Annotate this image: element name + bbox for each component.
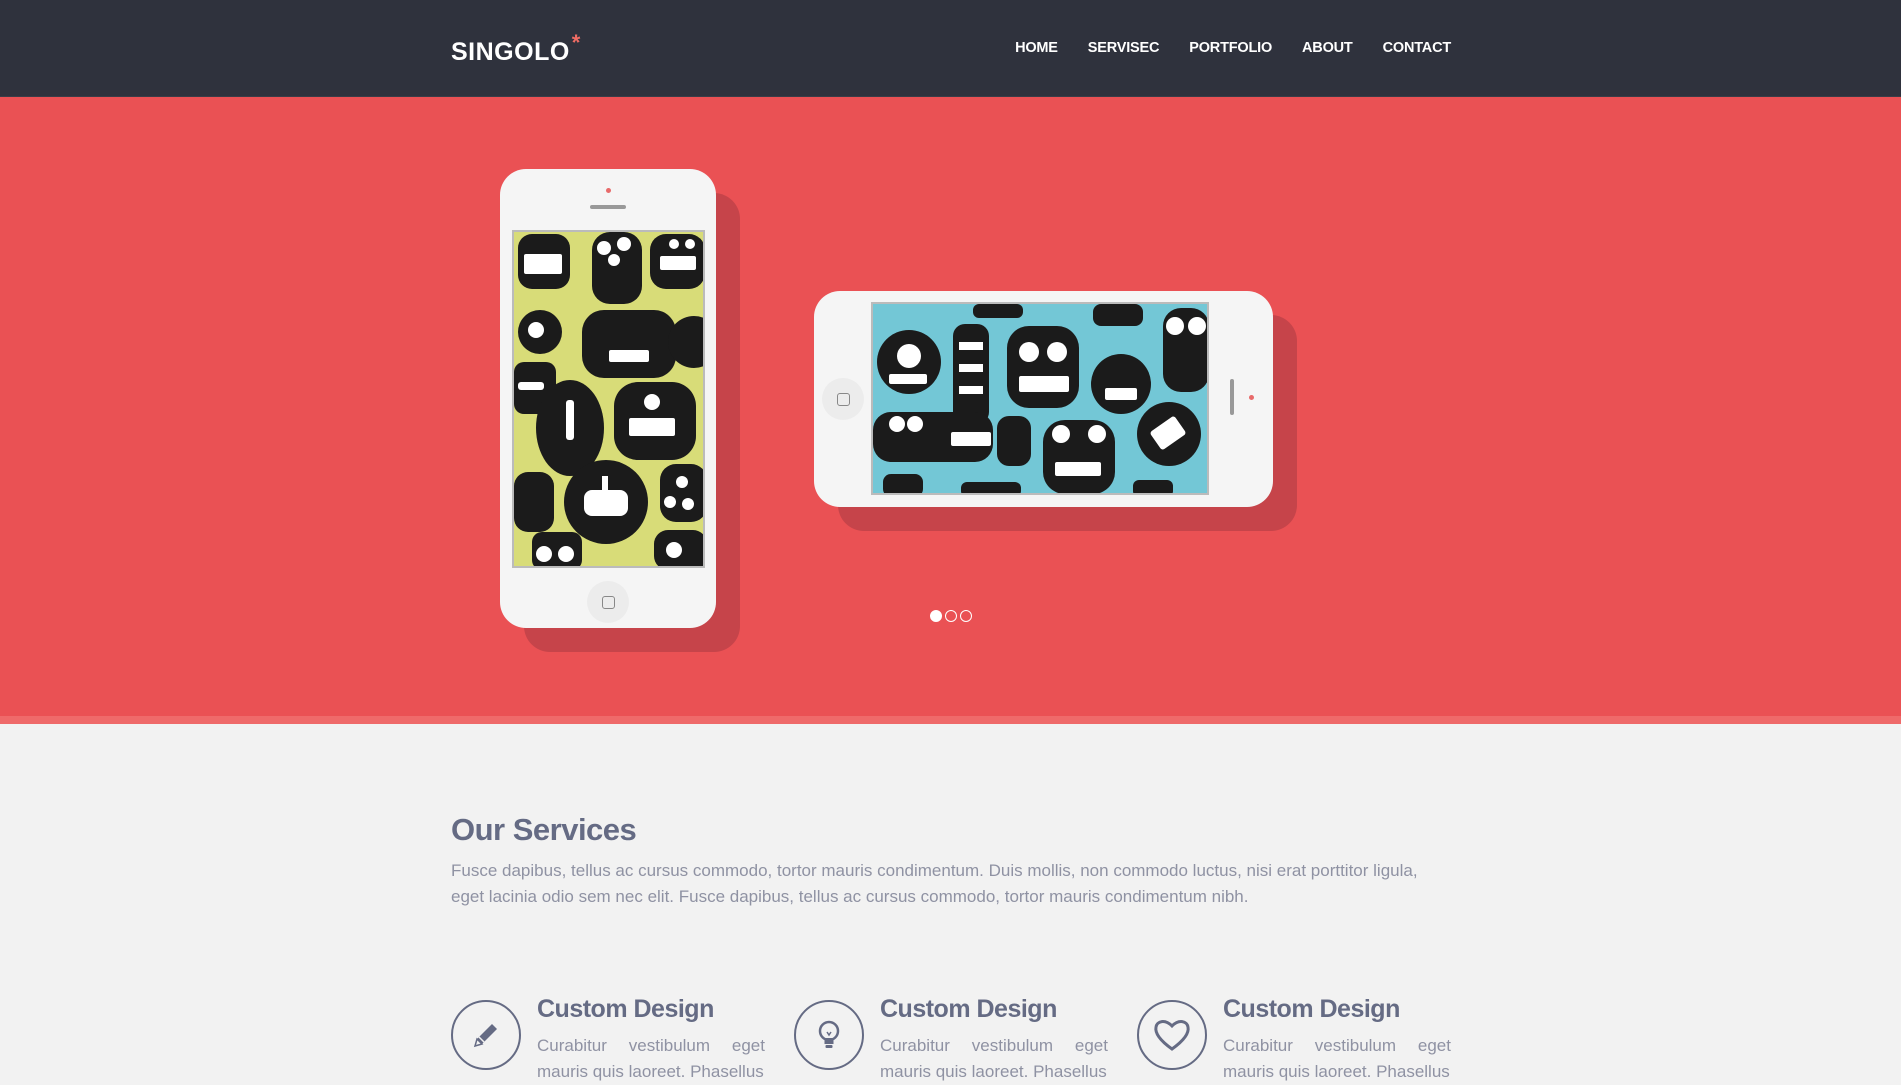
phone-camera <box>606 188 611 193</box>
services-section: Our Services Fusce dapibus, tellus ac cu… <box>451 812 1452 910</box>
lightbulb-icon <box>794 1000 864 1070</box>
phone-screen <box>512 230 705 568</box>
nav-home[interactable]: HOME <box>1015 40 1058 56</box>
home-button-icon <box>602 596 615 609</box>
nav-portfolio[interactable]: PORTFOLIO <box>1189 40 1272 56</box>
home-button-icon <box>837 393 850 406</box>
logo-mark: * <box>571 30 581 55</box>
home-button[interactable] <box>822 378 864 420</box>
slider-pagination <box>930 610 972 622</box>
nav-contact[interactable]: CONTACT <box>1383 40 1452 56</box>
services-title: Our Services <box>451 812 637 847</box>
phone-speaker <box>1230 379 1234 415</box>
logo-text: SINGOLO <box>451 38 570 66</box>
monster-pattern <box>514 232 703 566</box>
service-title: Custom Design <box>1223 995 1400 1023</box>
slider-dot-1[interactable] <box>930 610 942 622</box>
heart-icon <box>1137 1000 1207 1070</box>
main-nav: HOME SERVISEC PORTFOLIO ABOUT CONTACT <box>1015 40 1451 56</box>
nav-services[interactable]: SERVISEC <box>1088 40 1160 56</box>
hero-bottom-border <box>0 716 1901 724</box>
slider-dot-2[interactable] <box>945 610 957 622</box>
site-header: SINGOLO* HOME SERVISEC PORTFOLIO ABOUT C… <box>0 0 1901 97</box>
service-text: Curabitur vestibulum eget mauris quis la… <box>1223 1036 1451 1081</box>
service-text: Curabitur vestibulum eget mauris quis la… <box>880 1036 1108 1081</box>
service-title: Custom Design <box>537 995 714 1023</box>
slider-dot-3[interactable] <box>960 610 972 622</box>
nav-about[interactable]: ABOUT <box>1302 40 1353 56</box>
logo[interactable]: SINGOLO* <box>451 30 581 67</box>
pencil-icon <box>451 1000 521 1070</box>
phone-screen <box>871 302 1209 495</box>
service-title: Custom Design <box>880 995 1057 1023</box>
phone-speaker <box>590 205 626 209</box>
services-description: Fusce dapibus, tellus ac cursus commodo,… <box>451 861 1418 906</box>
horizontal-phone[interactable] <box>814 291 1273 507</box>
home-button[interactable] <box>587 581 629 623</box>
vertical-phone[interactable] <box>500 169 716 628</box>
service-text: Curabitur vestibulum eget mauris quis la… <box>537 1036 765 1081</box>
phone-camera <box>1249 395 1254 400</box>
monster-pattern <box>873 304 1207 493</box>
